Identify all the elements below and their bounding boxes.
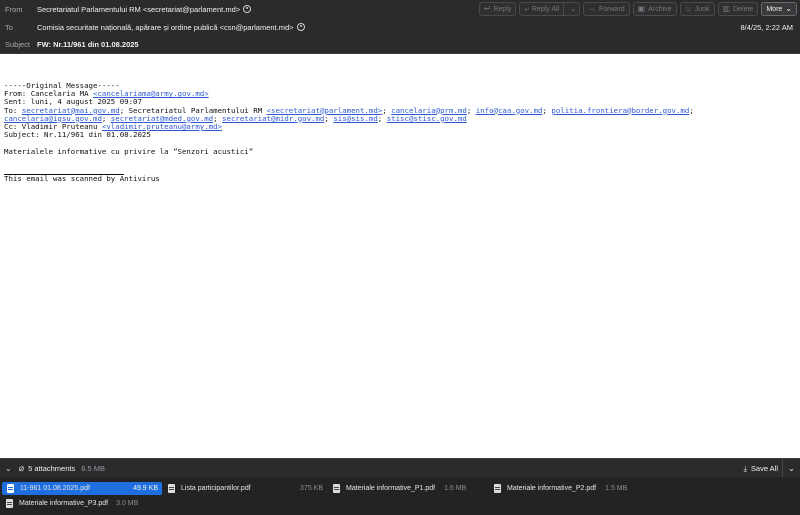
original-subject-line: Subject: Nr.11/961 din 01.08.2025 [4,130,151,140]
reply-all-label: Reply All [531,5,560,13]
to-row: To Comisia securitate națională, apărare… [0,18,800,36]
email-link[interactable]: stisc@stisc.gov.md [387,114,467,123]
attachments-total-size: 6.5 MB [81,463,105,473]
attachment-item[interactable]: Materiale informative_P2.pdf 1.5 MB [494,482,650,495]
attachment-name: Materiale informative_P2.pdf [507,485,597,492]
more-button[interactable]: More ⌄ [761,2,797,16]
junk-button[interactable]: ♨ Junk [679,2,715,16]
email-link[interactable]: politia.frontiera@border.gov.md [551,106,689,115]
delete-label: Delete [733,5,754,13]
archive-button[interactable]: ▣ Archive [632,2,677,16]
download-icon: ⤓ [743,463,747,473]
email-link[interactable]: info@caa.gov.md [476,106,543,115]
attachment-size: 1.5 MB [605,485,628,492]
file-icon [7,484,14,493]
attachment-name: Materiale informative_P1.pdf [346,485,436,492]
attachment-size: 375 KB [300,485,323,492]
attachment-name: 11-961 01.08.2025.pdf [20,485,90,492]
file-icon [333,484,340,493]
attachment-item[interactable]: Materiale informative_P1.pdf 1.6 MB [333,482,485,495]
reply-all-icon: ⤶ [524,4,529,13]
attachment-name: Lista participantilor.pdf [181,485,251,492]
from-label: From [5,4,23,14]
subject-row: Subject FW: Nr.11/961 din 01.08.2025 [0,35,800,53]
chevron-down-icon[interactable]: ⌄ [567,5,579,13]
chevron-down-icon[interactable]: ⌄ [782,459,800,478]
message-text: Materialele informative cu privire la ”S… [4,146,254,156]
save-all-label: Save All [750,464,778,473]
attachments-bar[interactable]: ⌄ ⌀ 5 attachments 6.5 MB ⤓ Save All ⌄ [0,458,800,478]
original-to-line: To: secretariat@mai.gov.md; Secretariatu… [4,105,699,123]
email-link[interactable]: secretariat@midr.gov.md [222,114,324,123]
attachment-item[interactable]: Lista participantilor.pdf 375 KB [168,482,323,495]
more-label: More [766,5,783,13]
contact-icon[interactable] [243,5,252,13]
attachments-count: 5 attachments [28,463,76,473]
attachment-size: 1.6 MB [444,485,467,492]
antivirus-note: This email was scanned by Antivirus [4,174,160,183]
file-icon [6,499,13,508]
trash-icon: ▥ [722,4,731,13]
subject-value: FW: Nr.11/961 din 01.08.2025 [37,39,139,49]
reply-label: Reply [493,5,512,13]
archive-label: Archive [648,5,672,13]
attachment-item[interactable]: Materiale informative_P3.pdf 3.0 MB [6,497,166,510]
paperclip-icon: ⌀ [18,462,25,473]
to-value[interactable]: Comisia securitate națională, apărare și… [37,23,305,32]
attachment-item[interactable]: 11-961 01.08.2025.pdf 49.9 KB [2,482,162,495]
delete-button[interactable]: ▥ Delete [717,2,759,16]
flame-icon: ♨ [684,4,692,13]
from-text[interactable]: Secretariatul Parlamentului RM <secretar… [37,5,240,14]
from-value[interactable]: Secretariatul Parlamentului RM <secretar… [37,5,252,14]
save-all-button[interactable]: ⤓ Save All [744,459,778,478]
chevron-down-icon[interactable]: ⌄ [5,464,12,473]
file-icon [494,484,501,493]
message-body: -----Original Message----- From: Cancelar… [4,81,796,183]
attachment-name: Materiale informative_P3.pdf [19,500,109,507]
to-label: To [5,22,13,32]
forward-icon: → [587,4,596,13]
reply-all-main[interactable]: ⤶ Reply All [520,3,565,15]
message-date: 8/4/25, 2:22 AM [740,22,793,32]
message-header: From Secretariatul Parlamentului RM <sec… [0,0,800,54]
attachment-size: 49.9 KB [133,485,158,492]
attachment-list: 11-961 01.08.2025.pdf 49.9 KB Lista part… [0,477,800,515]
reply-button[interactable]: ↩ Reply [478,2,517,16]
chevron-down-icon: ⌄ [785,4,792,13]
message-toolbar: ↩ Reply ⤶ Reply All ⌄ → Forward ▣ Archiv… [478,2,797,16]
reply-all-button[interactable]: ⤶ Reply All ⌄ [519,2,580,16]
attachment-size: 3.0 MB [116,500,139,507]
subject-label: Subject [5,39,31,49]
to-text[interactable]: Comisia securitate națională, apărare și… [37,23,294,32]
email-link[interactable]: sis@sis.md [333,114,378,123]
forward-label: Forward [598,5,625,13]
file-icon [168,484,175,493]
forward-button[interactable]: → Forward [582,2,630,16]
archive-icon: ▣ [637,4,646,13]
reply-icon: ↩ [483,4,491,13]
contact-icon[interactable] [296,23,305,31]
junk-label: Junk [694,5,710,13]
